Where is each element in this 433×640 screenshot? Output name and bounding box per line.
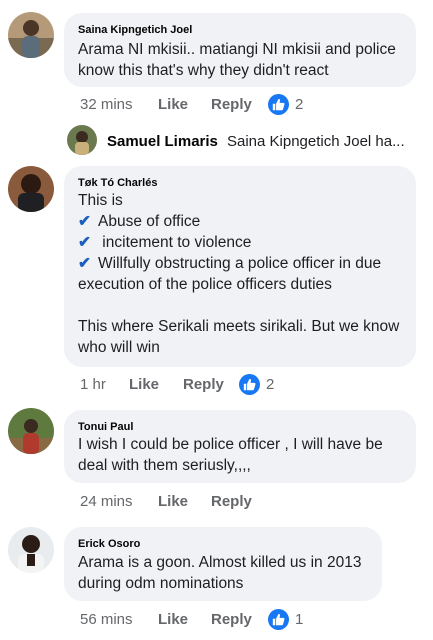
avatar[interactable] <box>67 125 97 155</box>
comment-author[interactable]: Tøk Tó Charlés <box>78 177 157 189</box>
avatar[interactable] <box>8 408 54 454</box>
comment-text-line: ✔ Abuse of office <box>78 211 200 232</box>
comment-text-line: This where Serikali meets sirikali. But … <box>78 318 400 335</box>
reply-text: Saina Kipngetich Joel ha... <box>227 133 405 150</box>
reaction-count[interactable]: 1 <box>295 611 303 628</box>
comment-bubble: Tonui Paul I wish I could be police offi… <box>64 410 416 483</box>
comment-text-span: Willfully obstructing a police officer i… <box>98 255 382 272</box>
like-reaction-icon[interactable] <box>268 94 289 115</box>
avatar[interactable] <box>8 166 54 212</box>
comment-actions: 32 mins Like Reply 2 <box>80 94 410 116</box>
reply-button[interactable]: Reply <box>211 493 252 510</box>
comment-text-line: Arama NI mkisii.. matiangi NI mkisii and… <box>78 41 396 58</box>
comment-text-line: know this that's why they didn't react <box>78 62 329 79</box>
comment-text-line: execution of the police officers duties <box>78 276 332 293</box>
like-button[interactable]: Like <box>158 611 188 628</box>
reply-author[interactable]: Samuel Limaris <box>107 133 218 150</box>
comment-text-line: ✔ incitement to violence <box>78 232 251 253</box>
reaction-count[interactable]: 2 <box>266 376 274 393</box>
reaction-count[interactable]: 2 <box>295 96 303 113</box>
comment-text-line: ✔ Willfully obstructing a police officer … <box>78 253 381 274</box>
reply-button[interactable]: Reply <box>211 611 252 628</box>
reply-button[interactable]: Reply <box>183 376 224 393</box>
like-reaction-icon[interactable] <box>239 374 260 395</box>
comment-author[interactable]: Saina Kipngetich Joel <box>78 24 192 36</box>
comment-text-line: deal with them seriusly,,,, <box>78 457 251 474</box>
comment-actions: 1 hr Like Reply 2 <box>80 374 410 396</box>
check-icon: ✔ <box>78 255 91 272</box>
reply-preview[interactable]: Samuel Limaris Saina Kipngetich Joel ha.… <box>67 125 433 157</box>
like-reaction-icon[interactable] <box>268 609 289 630</box>
check-icon: ✔ <box>78 213 91 230</box>
comment-text-line: This is <box>78 192 123 209</box>
comment-text-line: I wish I could be police officer , I wil… <box>78 436 383 453</box>
comment-bubble: Tøk Tó Charlés This is ✔ Abuse of office … <box>64 166 416 367</box>
like-button[interactable]: Like <box>158 96 188 113</box>
reply-button[interactable]: Reply <box>211 96 252 113</box>
comment-text-line: Arama is a goon. Almost killed us in 201… <box>78 554 362 571</box>
comment-text-span: incitement to violence <box>98 234 252 251</box>
comment-author[interactable]: Tonui Paul <box>78 421 133 433</box>
comment-actions: 24 mins Like Reply <box>80 493 410 513</box>
like-button[interactable]: Like <box>129 376 159 393</box>
comment-time[interactable]: 24 mins <box>80 493 133 510</box>
avatar[interactable] <box>8 12 54 58</box>
comment-text-line: who will win <box>78 339 160 356</box>
check-icon: ✔ <box>78 234 91 251</box>
comment-text-line: during odm nominations <box>78 575 244 592</box>
comment-actions: 56 mins Like Reply 1 <box>80 609 410 631</box>
comment-time[interactable]: 56 mins <box>80 611 133 628</box>
comment-bubble: Saina Kipngetich Joel Arama NI mkisii.. … <box>64 13 416 87</box>
comment-author[interactable]: Erick Osoro <box>78 538 140 550</box>
comment-time[interactable]: 32 mins <box>80 96 133 113</box>
avatar[interactable] <box>8 527 54 573</box>
like-button[interactable]: Like <box>158 493 188 510</box>
comment-time[interactable]: 1 hr <box>80 376 106 393</box>
comment-bubble: Erick Osoro Arama is a goon. Almost kill… <box>64 527 382 601</box>
comment-text-span: Abuse of office <box>98 213 201 230</box>
